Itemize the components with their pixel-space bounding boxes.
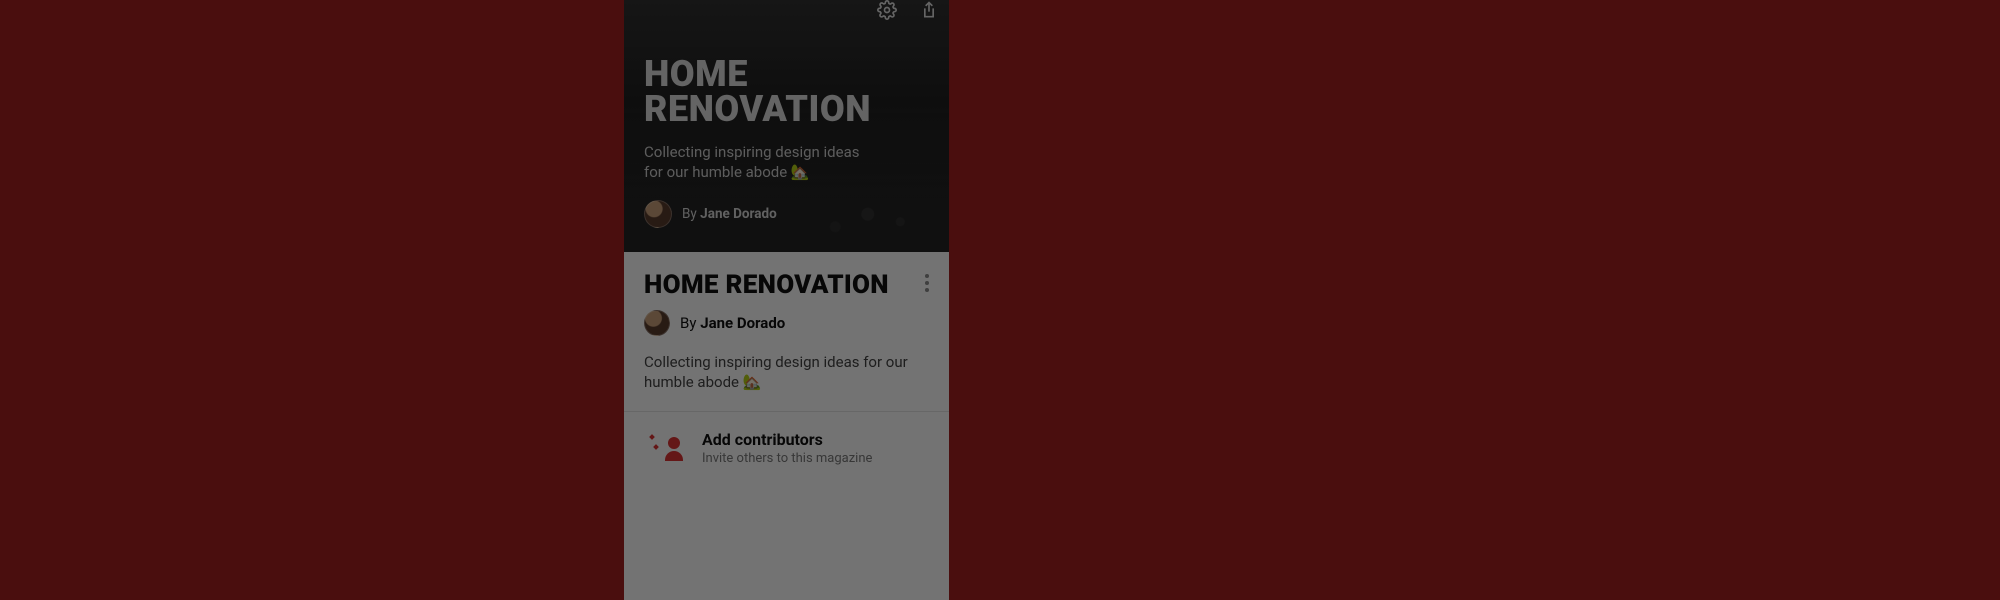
panel-title: HOME RENOVATION bbox=[644, 270, 919, 300]
hero-author-row[interactable]: By Jane Dorado bbox=[644, 200, 929, 228]
avatar bbox=[644, 310, 670, 336]
panel-description: Collecting inspiring design ideas for ou… bbox=[644, 352, 929, 411]
share-icon[interactable] bbox=[919, 0, 939, 24]
add-contributors-text: Add contributors Invite others to this m… bbox=[702, 430, 872, 466]
author-name: Jane Dorado bbox=[700, 206, 777, 222]
panel-author-text: By Jane Dorado bbox=[680, 314, 785, 332]
gear-icon[interactable] bbox=[877, 0, 897, 24]
app-frame: HOME RENOVATION Collecting inspiring des… bbox=[624, 0, 949, 600]
magazine-detail-panel: HOME RENOVATION By Jane Dorado Collectin… bbox=[624, 252, 949, 484]
add-contributors-row[interactable]: Add contributors Invite others to this m… bbox=[644, 412, 929, 484]
hero-content: HOME RENOVATION Collecting inspiring des… bbox=[644, 57, 929, 228]
avatar bbox=[644, 200, 672, 228]
add-contributors-title: Add contributors bbox=[702, 430, 872, 449]
by-label: By bbox=[682, 206, 697, 222]
hero-title: HOME RENOVATION bbox=[644, 57, 929, 128]
hero-action-bar bbox=[877, 0, 939, 24]
by-label: By bbox=[680, 314, 696, 332]
hero-description: Collecting inspiring design ideas for ou… bbox=[644, 142, 864, 183]
panel-header-row: HOME RENOVATION bbox=[644, 270, 929, 300]
hero-author-text: By Jane Dorado bbox=[682, 206, 777, 222]
panel-author-row[interactable]: By Jane Dorado bbox=[644, 310, 929, 336]
author-name: Jane Dorado bbox=[700, 314, 785, 332]
add-contributors-subtitle: Invite others to this magazine bbox=[702, 451, 872, 466]
add-person-icon bbox=[650, 435, 680, 461]
hero-header: HOME RENOVATION Collecting inspiring des… bbox=[624, 0, 949, 252]
more-vert-icon[interactable] bbox=[925, 270, 929, 292]
